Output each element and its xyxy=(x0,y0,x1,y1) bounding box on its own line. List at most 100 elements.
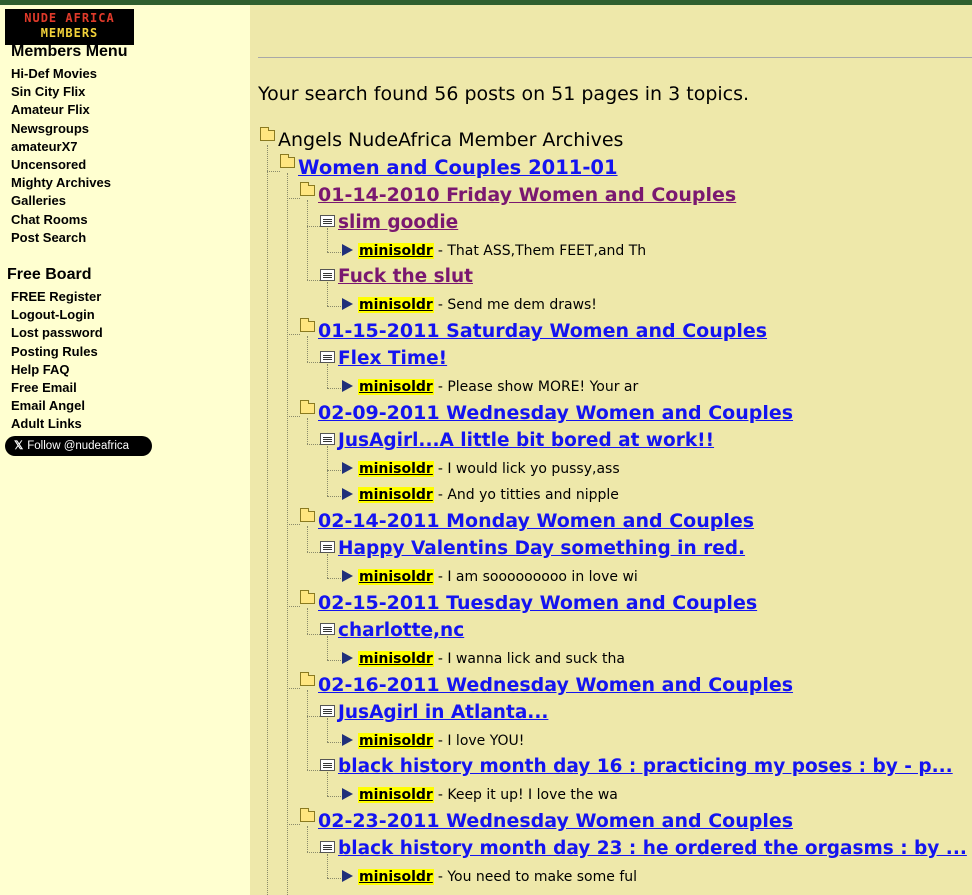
reply-snippet[interactable]: I am sooooooooo in love wi xyxy=(447,569,637,585)
tree-line xyxy=(327,446,328,496)
topic-link[interactable]: 01-15-2011 Saturday Women and Couples xyxy=(318,320,767,342)
tree-line xyxy=(307,770,320,771)
menu-link-newsgroups[interactable]: Newsgroups xyxy=(11,121,89,136)
menu-link-posting-rules[interactable]: Posting Rules xyxy=(11,344,98,359)
reply-separator: - xyxy=(437,379,448,395)
reply-arrow-icon xyxy=(342,462,353,474)
reply-author-link[interactable]: minisoldr xyxy=(358,733,434,749)
menu-link-uncensored[interactable]: Uncensored xyxy=(11,157,86,172)
folder-icon xyxy=(300,508,315,522)
thread-link[interactable]: Fuck the slut xyxy=(338,266,473,287)
reply-node: minisoldr - That ASS,Them FEET,and Th xyxy=(358,243,646,259)
tree-line xyxy=(307,418,308,444)
tree-line xyxy=(307,280,320,281)
reply-node: minisoldr - And yo titties and nipple xyxy=(358,487,619,503)
reply-node: minisoldr - Keep it up! I love the wa xyxy=(358,787,618,803)
menu-link-chat-rooms[interactable]: Chat Rooms xyxy=(11,212,88,227)
reply-node: minisoldr - Please show MORE! Your ar xyxy=(358,379,638,395)
reply-node: minisoldr - I wanna lick and suck tha xyxy=(358,651,625,667)
reply-author-link[interactable]: minisoldr xyxy=(358,787,434,803)
reply-snippet[interactable]: I wanna lick and suck tha xyxy=(447,651,625,667)
tree-line xyxy=(307,362,320,363)
reply-snippet[interactable]: Please show MORE! Your ar xyxy=(447,379,638,395)
thread-link[interactable]: JusAgirl...A little bit bored at work!! xyxy=(338,430,714,451)
topic-link[interactable]: 02-15-2011 Tuesday Women and Couples xyxy=(318,592,757,614)
thread-link[interactable]: slim goodie xyxy=(338,212,458,233)
members-menu-item: amateurX7 xyxy=(11,137,111,155)
tree-line xyxy=(267,145,268,895)
site-logo[interactable]: NUDE AFRICA MEMBERS xyxy=(5,9,134,45)
reply-snippet[interactable]: And yo titties and nipple xyxy=(447,487,619,503)
menu-link-post-search[interactable]: Post Search xyxy=(11,230,86,245)
tree-line xyxy=(287,198,300,199)
menu-link-free-register[interactable]: FREE Register xyxy=(11,289,101,304)
reply-author-link[interactable]: minisoldr xyxy=(358,461,434,477)
reply-author-link[interactable]: minisoldr xyxy=(358,379,434,395)
members-menu-item: Mighty Archives xyxy=(11,173,111,191)
menu-link-hi-def-movies[interactable]: Hi-Def Movies xyxy=(11,66,97,81)
menu-link-logout-login[interactable]: Logout-Login xyxy=(11,307,95,322)
members-menu: Hi-Def Movies Sin City Flix Amateur Flix Ne… xyxy=(11,64,111,246)
reply-author-link[interactable]: minisoldr xyxy=(358,487,434,503)
tree-line xyxy=(327,742,341,743)
menu-link-galleries[interactable]: Galleries xyxy=(11,193,66,208)
thread-link[interactable]: black history month day 16 : practicing … xyxy=(338,756,953,777)
thread-link[interactable]: black history month day 23 : he ordered … xyxy=(338,838,967,859)
reply-snippet[interactable]: I would lick yo pussy,ass xyxy=(447,461,619,477)
thread-icon xyxy=(320,841,335,853)
search-summary: Your search found 56 posts on 51 pages i… xyxy=(258,83,750,105)
topic-link[interactable]: 02-14-2011 Monday Women and Couples xyxy=(318,510,754,532)
sidebar: NUDE AFRICA MEMBERS Members Menu Hi-Def … xyxy=(0,5,250,895)
thread-link[interactable]: charlotte,nc xyxy=(338,620,464,641)
menu-link-free-email[interactable]: Free Email xyxy=(11,380,77,395)
main-content: Your search found 56 posts on 51 pages i… xyxy=(250,5,972,895)
reply-author-link[interactable]: minisoldr xyxy=(358,651,434,667)
topic-node: 02-14-2011 Monday Women and Couples xyxy=(318,510,754,532)
tree-line xyxy=(307,226,320,227)
tree-line xyxy=(307,608,308,634)
reply-snippet[interactable]: Keep it up! I love the wa xyxy=(447,787,618,803)
menu-link-email-angel[interactable]: Email Angel xyxy=(11,398,85,413)
thread-node: JusAgirl in Atlanta... xyxy=(338,702,548,723)
topic-link[interactable]: 01-14-2010 Friday Women and Couples xyxy=(318,184,736,206)
thread-link[interactable]: JusAgirl in Atlanta... xyxy=(338,702,548,723)
members-menu-title: Members Menu xyxy=(11,43,128,60)
logo-line-1: NUDE AFRICA xyxy=(24,11,115,25)
thread-icon xyxy=(320,433,335,445)
thread-node: black history month day 16 : practicing … xyxy=(338,756,953,777)
forum-link[interactable]: Women and Couples 2011-01 xyxy=(298,156,618,179)
menu-link-sin-city-flix[interactable]: Sin City Flix xyxy=(11,84,85,99)
twitter-follow-button[interactable]: 𝕏 Follow @nudeafrica xyxy=(5,436,152,456)
reply-separator: - xyxy=(437,297,448,313)
tree-line xyxy=(327,636,328,660)
reply-author-link[interactable]: minisoldr xyxy=(358,869,434,885)
tree-line xyxy=(327,470,341,471)
menu-link-help-faq[interactable]: Help FAQ xyxy=(11,362,70,377)
thread-node: Happy Valentins Day something in red. xyxy=(338,538,745,559)
topic-link[interactable]: 02-09-2011 Wednesday Women and Couples xyxy=(318,402,793,424)
menu-link-amateur-flix[interactable]: Amateur Flix xyxy=(11,102,90,117)
reply-snippet[interactable]: You need to make some ful xyxy=(447,869,637,885)
menu-link-adult-links[interactable]: Adult Links xyxy=(11,416,82,431)
reply-snippet[interactable]: Send me dem draws! xyxy=(447,297,597,313)
reply-arrow-icon xyxy=(342,734,353,746)
tree-line xyxy=(287,173,288,895)
reply-author-link[interactable]: minisoldr xyxy=(358,297,434,313)
menu-link-amateurx7[interactable]: amateurX7 xyxy=(11,139,77,154)
thread-link[interactable]: Happy Valentins Day something in red. xyxy=(338,538,745,559)
reply-separator: - xyxy=(437,569,448,585)
topic-link[interactable]: 02-23-2011 Wednesday Women and Couples xyxy=(318,810,793,832)
reply-snippet[interactable]: I love YOU! xyxy=(447,733,524,749)
menu-link-lost-password[interactable]: Lost password xyxy=(11,325,103,340)
tree-line xyxy=(307,852,320,853)
free-board-item: Email Angel xyxy=(11,396,103,414)
tree-line xyxy=(327,578,341,579)
reply-snippet[interactable]: That ASS,Them FEET,and Th xyxy=(447,243,646,259)
tree-line xyxy=(307,634,320,635)
topic-node: 01-14-2010 Friday Women and Couples xyxy=(318,184,736,206)
reply-author-link[interactable]: minisoldr xyxy=(358,569,434,585)
menu-link-mighty-archives[interactable]: Mighty Archives xyxy=(11,175,111,190)
topic-link[interactable]: 02-16-2011 Wednesday Women and Couples xyxy=(318,674,793,696)
thread-link[interactable]: Flex Time! xyxy=(338,348,447,369)
reply-author-link[interactable]: minisoldr xyxy=(358,243,434,259)
